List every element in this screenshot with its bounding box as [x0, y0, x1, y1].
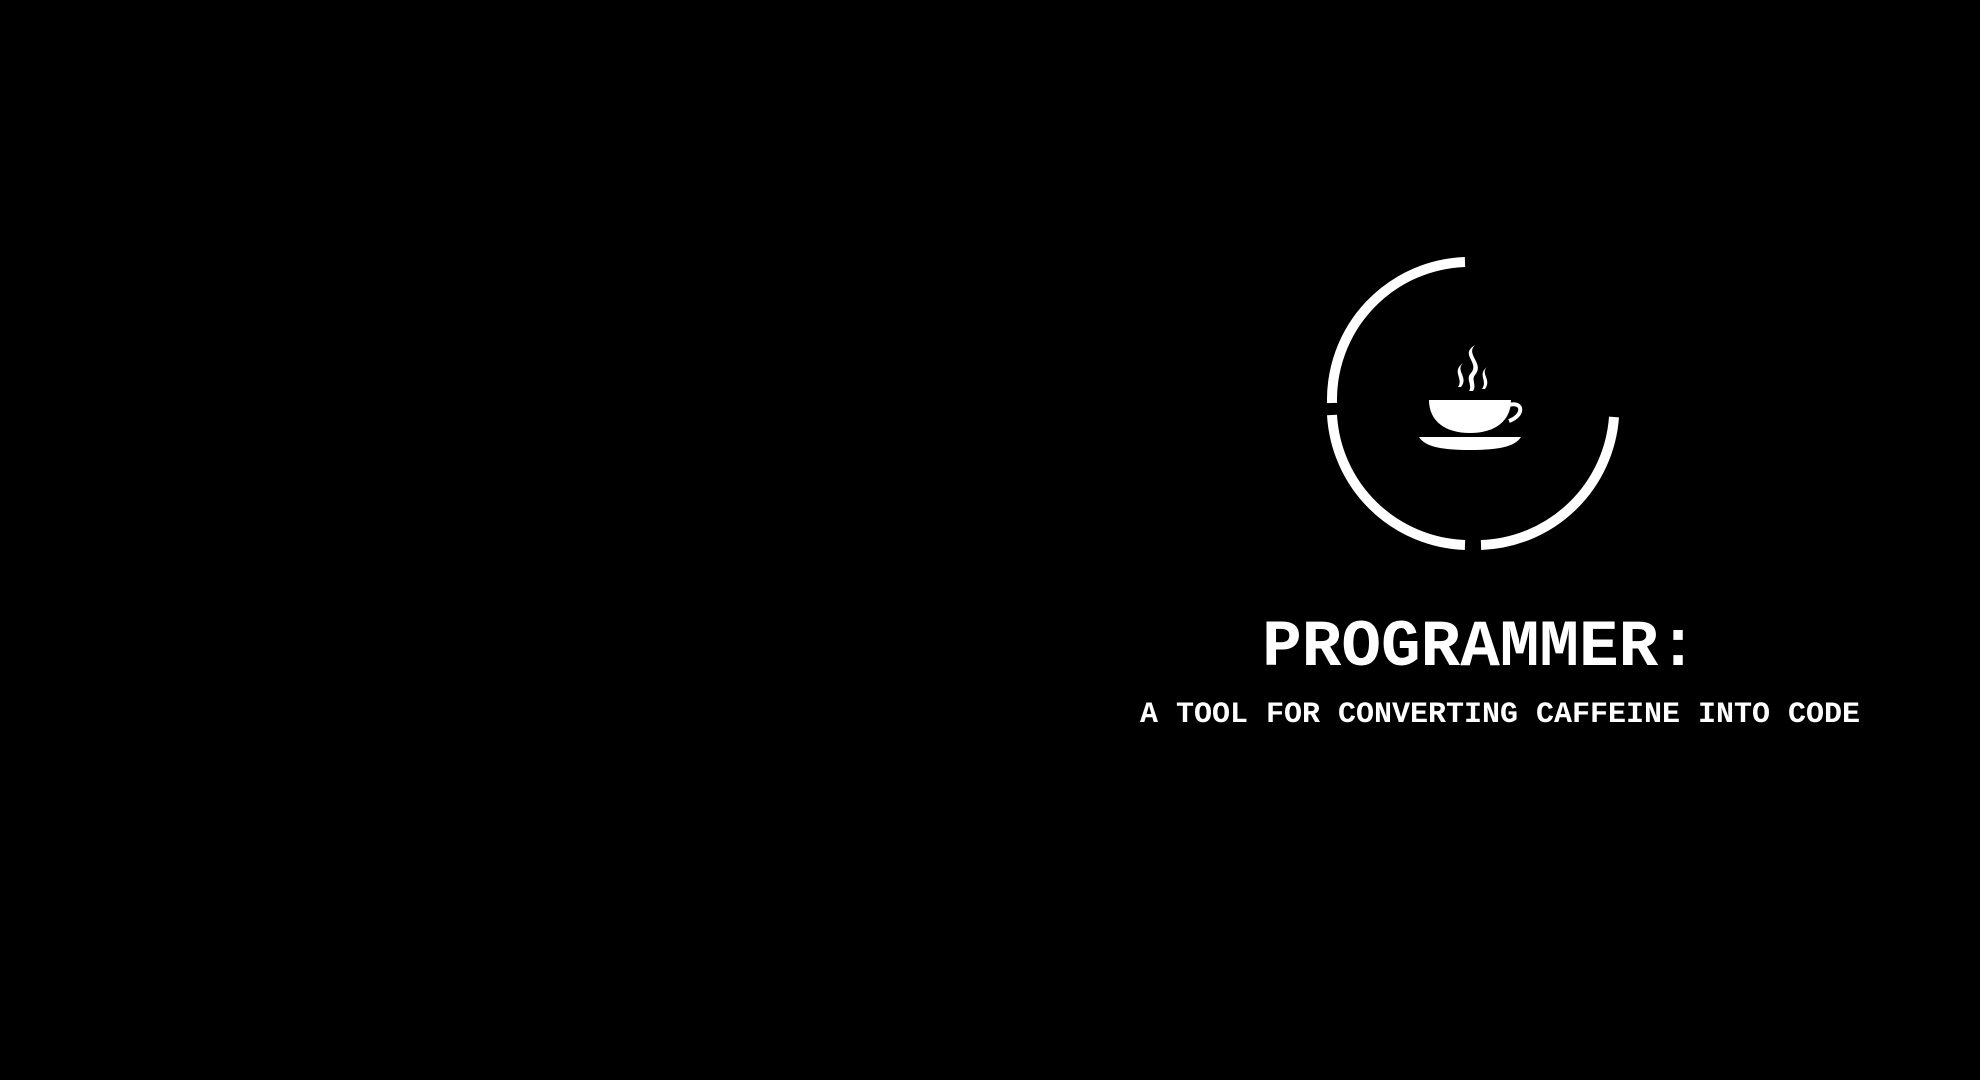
coffee-emblem: [1325, 255, 1625, 555]
wallpaper-title: PROGRAMMER:: [1262, 610, 1698, 685]
steam-icon: [1468, 345, 1478, 391]
saucer: [1419, 437, 1521, 450]
coffee-cup-icon: [1419, 345, 1523, 450]
wallpaper: PROGRAMMER: A TOOL FOR CONVERTING CAFFEI…: [0, 0, 1980, 1080]
ring-segment-top-left: [1326, 257, 1466, 404]
cup-handle: [1508, 402, 1523, 423]
steam-icon: [1482, 367, 1488, 389]
ring-segment-bottom-left: [1327, 414, 1466, 550]
ring-segment-bottom-right: [1480, 416, 1619, 550]
steam-icon: [1457, 363, 1464, 387]
cup-body: [1429, 400, 1511, 433]
wallpaper-subtitle: A TOOL FOR CONVERTING CAFFEINE INTO CODE: [1139, 698, 1861, 732]
coffee-emblem-graphic: [1326, 257, 1619, 550]
